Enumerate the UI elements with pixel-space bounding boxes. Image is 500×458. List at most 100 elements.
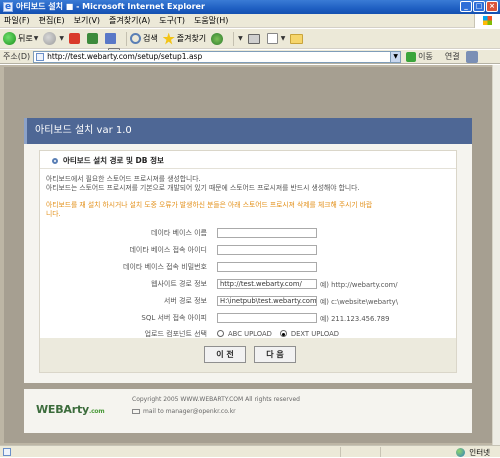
dext-upload-label[interactable]: DEXT UPLOAD: [291, 330, 339, 338]
windows-logo-icon: [474, 14, 500, 28]
warning-text: 아티보드를 재 설치 하시거나 설치 도중 오류가 발생하신 분들은 아래 스토…: [46, 201, 372, 219]
dext-upload-radio[interactable]: [279, 330, 287, 337]
vertical-scrollbar[interactable]: [492, 65, 500, 445]
home-icon: [104, 33, 116, 44]
description-line: 아티보드에서 필요한 스토어드 프로시져를 생성합니다.: [46, 175, 201, 183]
divider: [40, 168, 456, 169]
window-titlebar[interactable]: 아티보드 설치 ■ - Microsoft Internet Explorer …: [0, 0, 500, 14]
db-password-field[interactable]: [217, 261, 317, 272]
button-bar: 이 전 다 음: [40, 338, 456, 372]
home-button[interactable]: [104, 33, 118, 44]
db-id-field[interactable]: [217, 244, 317, 255]
abc-upload-radio[interactable]: [217, 330, 224, 337]
toolbar: 뒤로 ▼ ▼ 검색 즐겨찾기 ▼ ▼: [0, 29, 500, 57]
description: 아티보드에서 필요한 스토어드 프로시져를 생성합니다. 아티보드는 스토어드 …: [46, 175, 360, 193]
sql-ip-field[interactable]: [217, 312, 317, 323]
page-title: 아티보드 설치 var 1.0: [24, 118, 472, 144]
back-button[interactable]: 뒤로 ▼: [3, 32, 38, 45]
next-button[interactable]: 다 음: [254, 346, 296, 363]
folder-icon: [290, 33, 304, 44]
abc-upload-label[interactable]: ABC UPLOAD: [228, 330, 272, 338]
star-icon: [162, 32, 175, 45]
search-button[interactable]: 검색: [129, 33, 158, 44]
favorites-label: 즐겨찾기: [176, 34, 207, 43]
sql-ip-hint: 예) 211.123.456.789: [320, 314, 390, 323]
mail-button[interactable]: ▼: [108, 35, 243, 57]
toolbar-separator: [125, 31, 127, 46]
media-icon: [211, 32, 224, 45]
db-name-label: 데이타 베이스 이름: [151, 228, 207, 237]
server-path-label: 서버 경로 정보: [163, 296, 207, 305]
go-button[interactable]: 이동: [406, 51, 433, 62]
chevron-down-icon: ▼: [33, 35, 39, 42]
db-id-row: 데이타 베이스 접속 아이디: [40, 244, 317, 255]
stop-button[interactable]: [68, 33, 82, 44]
extension-icon[interactable]: [465, 50, 478, 63]
print-button[interactable]: [247, 33, 262, 44]
address-bar: 주소(D) http://test.webarty.com/setup/setu…: [0, 50, 500, 64]
address-input[interactable]: http://test.webarty.com/setup/setup1.asp…: [33, 50, 402, 63]
ie-icon: [3, 0, 13, 14]
links-button[interactable]: 연결: [445, 51, 460, 62]
prev-button[interactable]: 이 전: [204, 346, 246, 363]
go-label: 이동: [418, 52, 433, 61]
site-path-field[interactable]: http://test.webarty.com/: [217, 278, 317, 289]
description-line: 아티보드는 스토어드 프로시져를 기본으로 개발되어 있기 때문에 스토어드 프…: [46, 184, 360, 192]
menu-file[interactable]: 파일(F): [4, 15, 30, 26]
status-divider: [340, 447, 341, 457]
server-path-hint: 예) c:\website\webarty\: [320, 297, 398, 306]
mail-text: mail to manager@openkr.co.kr: [143, 408, 236, 415]
logo-suffix: .com: [89, 408, 105, 415]
menu-view[interactable]: 보기(V): [74, 15, 100, 26]
mail-link[interactable]: mail to manager@openkr.co.kr: [132, 408, 236, 415]
security-zone: 인터넷: [456, 447, 490, 458]
menu-favorites[interactable]: 즐겨찾기(A): [109, 15, 150, 26]
server-path-field[interactable]: H:\inetpub\test.webarty.com: [217, 295, 317, 306]
edit-button[interactable]: ▼: [266, 33, 285, 44]
chevron-down-icon: ▼: [238, 35, 243, 42]
upload-component-label: 업로드 컴포넌트 선택: [144, 329, 207, 338]
status-bar: 인터넷: [0, 445, 500, 457]
minimize-button[interactable]: _: [460, 1, 472, 12]
browser-content: 아티보드 설치 var 1.0 아티보드 설치 경로 및 DB 정보 아티보드에…: [0, 65, 500, 445]
favorites-button[interactable]: 즐겨찾기: [162, 32, 207, 45]
db-name-row: 데이타 베이스 이름: [40, 227, 317, 238]
site-path-hint: 예) http://webarty.com/: [320, 280, 398, 289]
search-icon: [129, 33, 141, 44]
stop-icon: [68, 33, 80, 44]
chevron-down-icon[interactable]: ▼: [390, 51, 401, 62]
media-button[interactable]: [211, 32, 225, 45]
folder-button[interactable]: [290, 33, 305, 44]
back-arrow-icon: [3, 32, 16, 45]
webarty-logo: WEBArty.com: [36, 403, 105, 416]
forward-arrow-icon: [43, 32, 57, 45]
address-url: http://test.webarty.com/setup/setup1.asp: [47, 51, 203, 61]
section-title: 아티보드 설치 경로 및 DB 정보: [52, 155, 164, 166]
back-label: 뒤로: [18, 34, 33, 43]
menu-help[interactable]: 도움말(H): [194, 15, 228, 26]
close-button[interactable]: ×: [486, 1, 498, 12]
zone-label: 인터넷: [469, 448, 490, 457]
sql-ip-label: SQL 서버 접속 아이피: [141, 313, 207, 322]
refresh-icon: [86, 33, 98, 44]
address-label: 주소(D): [3, 52, 31, 61]
menu-bar: 파일(F) 편집(E) 보기(V) 즐겨찾기(A) 도구(T) 도움말(H): [0, 14, 500, 28]
site-path-row: 웹사이트 경로 정보 http://test.webarty.com/ 예) h…: [40, 278, 398, 289]
menu-tools[interactable]: 도구(T): [159, 15, 185, 26]
site-path-label: 웹사이트 경로 정보: [151, 279, 207, 288]
db-password-label: 데이타 베이스 접속 비밀번호: [123, 262, 207, 271]
sql-ip-row: SQL 서버 접속 아이피 예) 211.123.456.789: [40, 312, 389, 323]
window-title: 아티보드 설치 ■ - Microsoft Internet Explorer: [16, 2, 205, 11]
page-background: 아티보드 설치 var 1.0 아티보드 설치 경로 및 DB 정보 아티보드에…: [4, 67, 492, 443]
menu-edit[interactable]: 편집(E): [39, 15, 65, 26]
refresh-button[interactable]: [86, 33, 100, 44]
maximize-button[interactable]: □: [473, 1, 485, 12]
page-icon: [3, 448, 11, 456]
logo-main: WEBArty: [36, 403, 89, 416]
warning-line: 니다.: [46, 210, 61, 218]
bullet-icon: [52, 158, 58, 164]
edit-icon: [266, 33, 278, 44]
db-name-field[interactable]: [217, 227, 317, 238]
forward-button[interactable]: ▼: [43, 32, 64, 45]
setup-panel: 아티보드 설치 var 1.0 아티보드 설치 경로 및 DB 정보 아티보드에…: [24, 118, 472, 383]
